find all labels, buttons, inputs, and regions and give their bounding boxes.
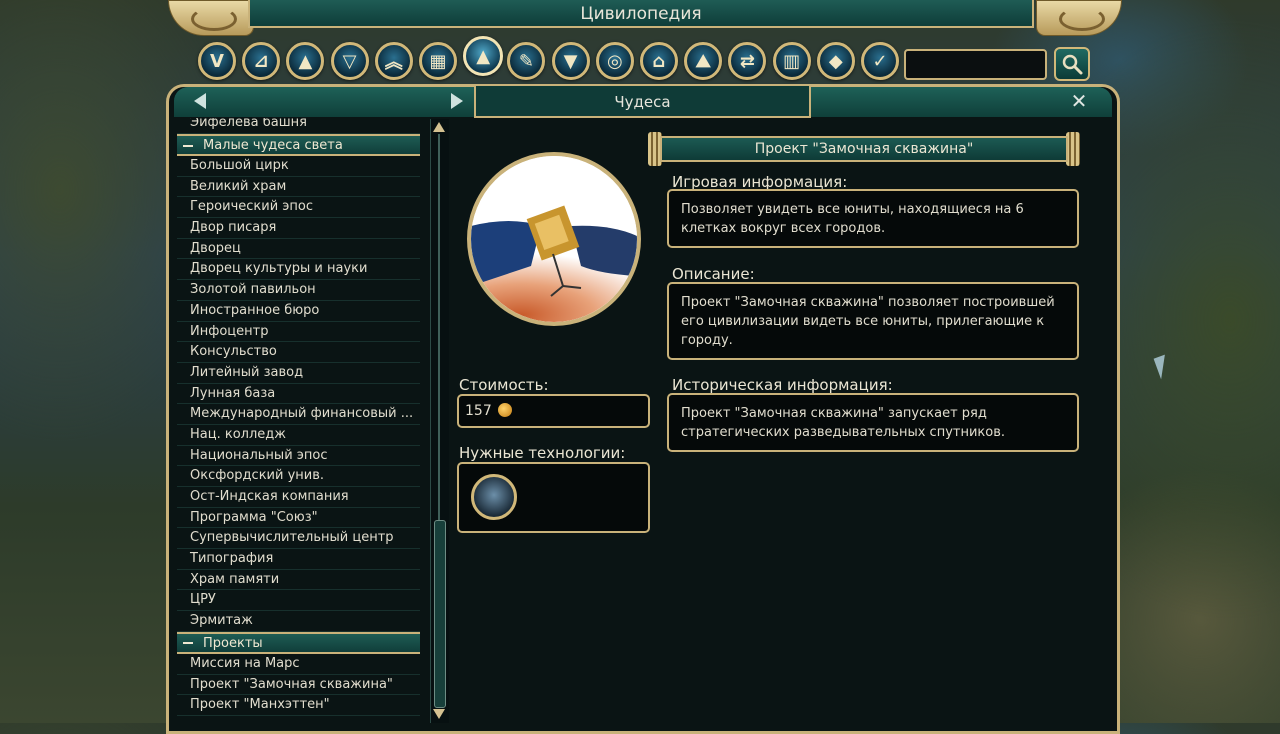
list-item[interactable]: Проект "Замочная скважина": [177, 675, 420, 696]
list-item[interactable]: Нац. колледж: [177, 425, 420, 446]
game-info-text: Позволяет увидеть все юниты, находящиеся…: [681, 202, 1024, 236]
description-text: Проект "Замочная скважина" позволяет пос…: [681, 295, 1055, 348]
section-title: Чудеса: [474, 86, 811, 118]
list-item[interactable]: Проект "Манхэттен": [177, 695, 420, 716]
forward-arrow-icon[interactable]: [451, 93, 463, 109]
list-item[interactable]: Иностранное бюро: [177, 301, 420, 322]
game-info-box: Позволяет увидеть все юниты, находящиеся…: [667, 189, 1079, 248]
search-button[interactable]: [1054, 47, 1090, 81]
list-item[interactable]: Дворец культуры и науки: [177, 259, 420, 281]
satellite-image: [467, 152, 641, 326]
description-label: Описание:: [672, 265, 755, 283]
list-item[interactable]: Большой цирк: [177, 156, 420, 177]
v-icon[interactable]: V: [198, 42, 236, 80]
title-cap-right: [1066, 132, 1080, 166]
list-item[interactable]: Консульство: [177, 342, 420, 363]
list-item[interactable]: Дворец: [177, 239, 420, 260]
list-item[interactable]: Национальный эпос: [177, 446, 420, 467]
description-box: Проект "Замочная скважина" позволяет пос…: [667, 282, 1079, 360]
list-item[interactable]: Эйфелева башня: [177, 118, 420, 134]
list-item[interactable]: ЦРУ: [177, 590, 420, 612]
small-wonders-header-label: Малые чудеса света: [203, 138, 343, 153]
required-tech-box: [457, 462, 650, 533]
triangle-emblem-icon[interactable]: ▽: [330, 42, 369, 80]
list-item[interactable]: Оксфордский унив.: [177, 466, 420, 487]
collapse-icon: [183, 642, 193, 645]
projects-header-label: Проекты: [203, 635, 263, 651]
search-input[interactable]: [904, 49, 1047, 80]
capitol-icon[interactable]: ⌂: [640, 42, 678, 80]
history-text: Проект "Замочная скважина" запускает ряд…: [681, 406, 1006, 440]
history-box: Проект "Замочная скважина" запускает ряд…: [667, 393, 1079, 452]
list-item[interactable]: Миссия на Марс: [177, 654, 420, 675]
list-item[interactable]: Ост-Индская компания: [177, 487, 420, 508]
list-item[interactable]: Инфоцентр: [177, 322, 420, 343]
window-title: Цивилопедия: [248, 0, 1034, 28]
list-item[interactable]: Двор писаря: [177, 218, 420, 239]
list-item[interactable]: Храм памяти: [177, 570, 420, 591]
close-button[interactable]: ✕: [1070, 90, 1088, 112]
pyramid-icon[interactable]: ▲: [463, 36, 504, 76]
handshake-icon[interactable]: ⇄: [728, 42, 767, 80]
emblem-icon[interactable]: ▼: [551, 42, 590, 80]
mouse-cursor-icon: [1153, 354, 1173, 380]
list-item[interactable]: Героический эпос: [177, 197, 420, 219]
required-tech-label: Нужные технологии:: [459, 444, 626, 462]
title-ornament-left: [168, 0, 254, 36]
map-icon[interactable]: ✓: [861, 42, 899, 80]
list-item[interactable]: Литейный завод: [177, 363, 420, 384]
projects-list: Миссия на Марс Проект "Замочная скважина"…: [177, 654, 420, 716]
scroll-icon[interactable]: ✎: [507, 42, 546, 80]
globe-wreath-icon[interactable]: ◎: [595, 42, 634, 80]
list-item[interactable]: Лунная база: [177, 384, 420, 405]
list-item[interactable]: Программа "Союз": [177, 508, 420, 529]
entry-list: Эйфелева башня Малые чудеса света Большо…: [177, 118, 420, 723]
back-arrow-icon[interactable]: [194, 93, 206, 109]
tent-icon[interactable]: ▲: [286, 42, 325, 80]
list-item[interactable]: Эрмитаж: [177, 611, 420, 632]
collapse-icon: [183, 144, 193, 147]
production-icon: [497, 403, 512, 417]
title-ornament-right: [1036, 0, 1122, 36]
scroll-thumb[interactable]: [434, 520, 446, 708]
satellites-tech-icon[interactable]: [471, 474, 517, 520]
small-wonders-list: Большой цирк Великий храм Героический эпос…: [177, 156, 420, 632]
drop-icon[interactable]: ◆: [816, 42, 855, 80]
chevrons-icon[interactable]: ︽: [374, 42, 413, 80]
ruins-icon[interactable]: ⛰: [684, 42, 723, 80]
list-item[interactable]: Великий храм: [177, 177, 420, 198]
project-title: Проект "Замочная скважина": [660, 136, 1068, 162]
list-item[interactable]: Типография: [177, 549, 420, 570]
cost-box: 157: [457, 394, 650, 428]
cost-value: 157: [465, 403, 492, 419]
small-wonders-header[interactable]: Малые чудеса света: [177, 134, 420, 156]
city-icon[interactable]: ▥: [772, 42, 811, 80]
projects-header[interactable]: Проекты: [177, 631, 420, 654]
list-item[interactable]: Золотой павильон: [177, 280, 420, 301]
list-item[interactable]: Супервычислительный центр: [177, 528, 420, 550]
history-label: Историческая информация:: [672, 376, 893, 394]
building-icon[interactable]: ▦: [419, 42, 457, 80]
cost-label: Стоимость:: [459, 376, 549, 394]
list-item[interactable]: Международный финансовый ...: [177, 404, 420, 425]
compass-tools-icon[interactable]: ⊿: [242, 42, 281, 80]
magnifier-icon: [1062, 54, 1083, 75]
